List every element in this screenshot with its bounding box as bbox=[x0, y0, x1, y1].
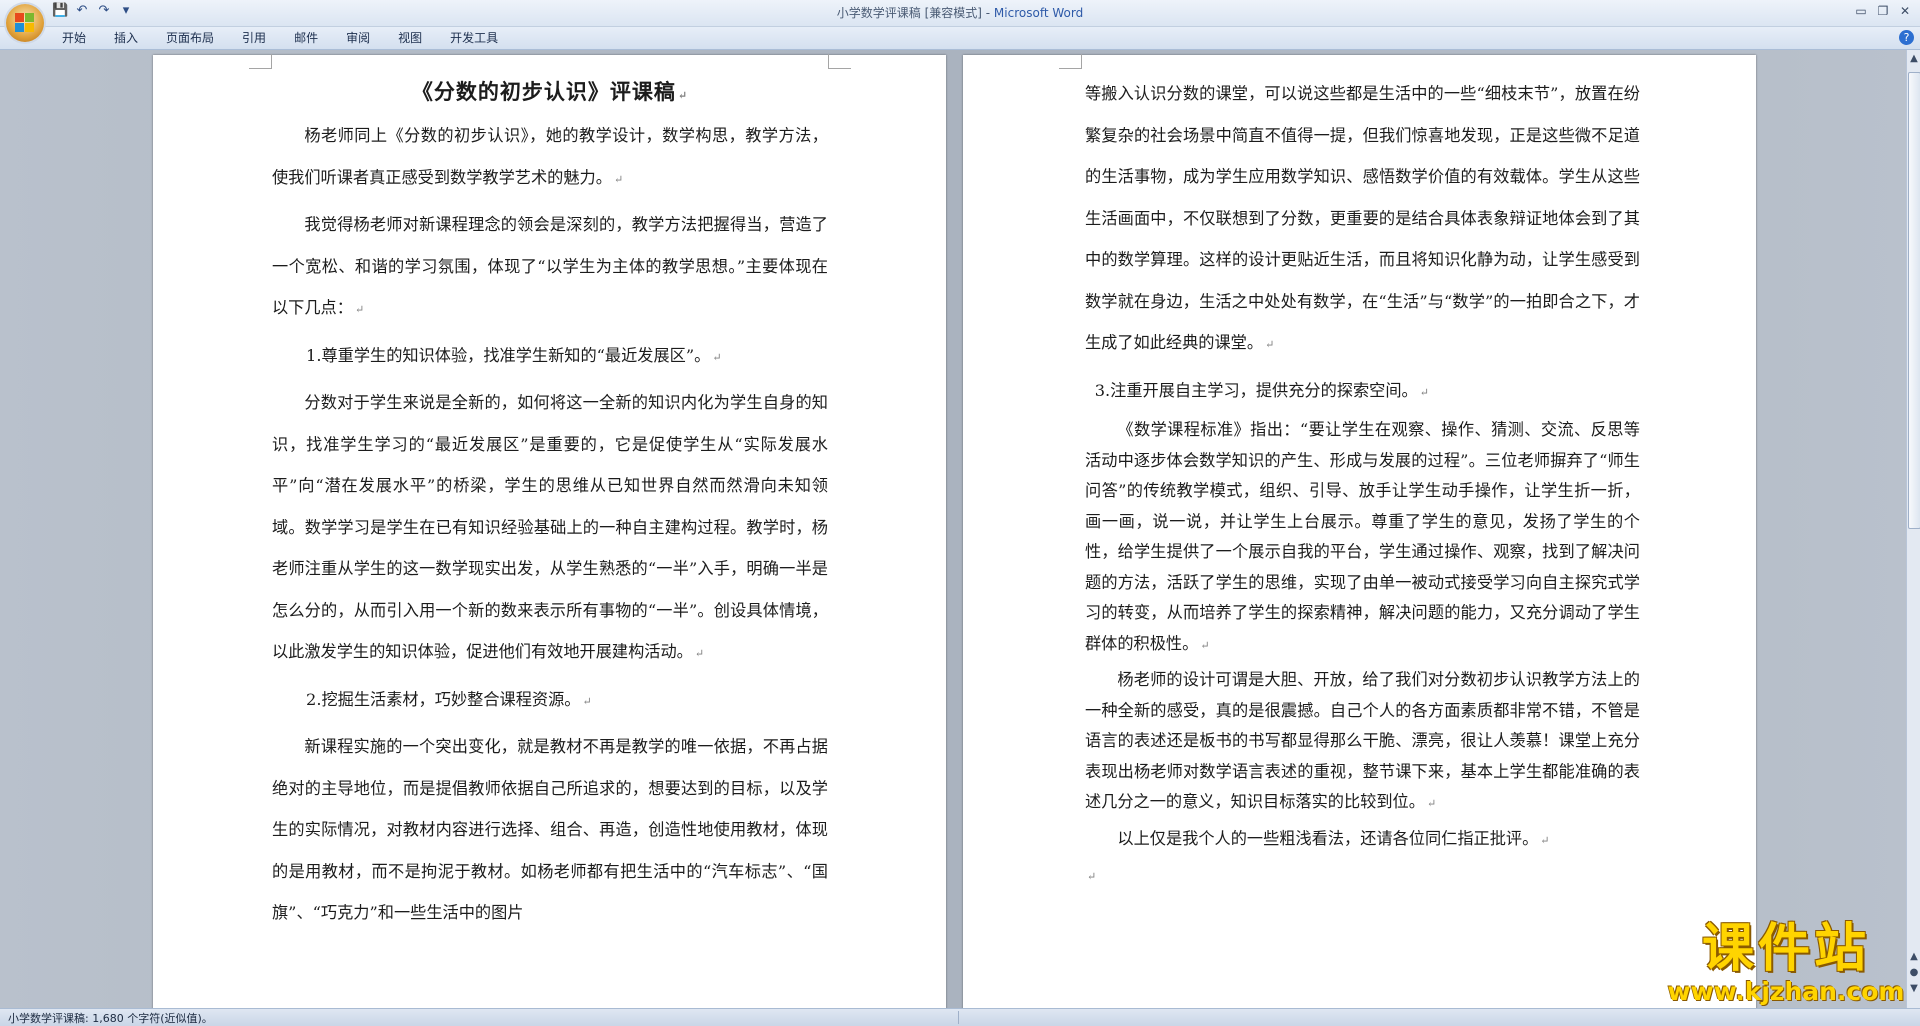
tab-developer[interactable]: 开发工具 bbox=[436, 27, 512, 49]
paragraph: 等搬入认识分数的课堂，可以说这些都是生活中的一些“细枝末节”，放置在纷繁复杂的社… bbox=[1085, 73, 1640, 366]
watermark-url: www.kjzhan.com bbox=[1667, 977, 1905, 1006]
document-heading: 《分数的初步认识》评课稿 ↵ bbox=[272, 75, 828, 113]
paragraph-text: 以上仅是我个人的一些粗浅看法，还请各位同仁指正批评。 bbox=[1117, 828, 1539, 848]
tab-mailings[interactable]: 邮件 bbox=[280, 27, 332, 49]
right-page-body: 等搬入认识分数的课堂，可以说这些都是生活中的一些“细枝末节”，放置在纷繁复杂的社… bbox=[1085, 73, 1640, 897]
paragraph-mark-icon: ↵ bbox=[712, 350, 722, 364]
paragraph-mark-icon: ↵ bbox=[1265, 338, 1275, 351]
paragraph-text: 杨老师同上《分数的初步认识》，她的教学设计，数学构思，教学方法，使我们听课者真正… bbox=[272, 126, 828, 187]
ribbon-tabs: 开始 插入 页面布局 引用 邮件 审阅 视图 开发工具 bbox=[48, 27, 512, 49]
office-button[interactable] bbox=[6, 4, 44, 42]
paragraph: 以上仅是我个人的一些粗浅看法，还请各位同仁指正批评。 ↵ bbox=[1085, 824, 1640, 857]
crop-mark bbox=[828, 54, 851, 69]
paragraph: 我觉得杨老师对新课程理念的领会是深刻的，教学方法把握得当，营造了一个宽松、和谐的… bbox=[272, 204, 828, 331]
title-bar: 💾 ↶ ↷ ▾ 小学数学评课稿 [兼容模式] - Microsoft Word … bbox=[0, 0, 1920, 27]
scroll-up-icon[interactable]: ▲ bbox=[1908, 52, 1920, 66]
crop-mark bbox=[249, 54, 272, 69]
tab-references[interactable]: 引用 bbox=[228, 27, 280, 49]
section-heading-text: 1.尊重学生的知识体验，找准学生新知的“最近发展区”。 bbox=[306, 345, 711, 365]
section-heading-text: 2.挖掘生活素材，巧妙整合课程资源。 bbox=[306, 689, 581, 709]
office-logo-icon bbox=[15, 13, 35, 33]
section-heading: 2.挖掘生活素材，巧妙整合课程资源。 ↵ bbox=[272, 679, 828, 723]
section-heading: 3.注重开展自主学习，提供充分的探索空间。 ↵ bbox=[1085, 370, 1640, 414]
paragraph-mark-icon: ↵ bbox=[1419, 385, 1429, 399]
scrollbar-thumb[interactable] bbox=[1908, 72, 1920, 529]
paragraph-text: 我觉得杨老师对新课程理念的领会是深刻的，教学方法把握得当，营造了一个宽松、和谐的… bbox=[272, 215, 828, 317]
watermark-text: 课件站 bbox=[1701, 919, 1870, 979]
paragraph-text: 分数对于学生来说是全新的，如何将这一全新的知识内化为学生自身的知识，找准学生学习… bbox=[272, 393, 828, 661]
paragraph-text: 新课程实施的一个突出变化，就是教材不再是教学的唯一依据，不再占据绝对的主导地位，… bbox=[272, 737, 828, 922]
paragraph-mark-icon: ↵ bbox=[677, 89, 689, 102]
paragraph: 新课程实施的一个突出变化，就是教材不再是教学的唯一依据，不再占据绝对的主导地位，… bbox=[272, 726, 828, 934]
tab-page-layout[interactable]: 页面布局 bbox=[152, 27, 228, 49]
section-heading: 1.尊重学生的知识体验，找准学生新知的“最近发展区”。 ↵ bbox=[272, 335, 828, 379]
help-icon[interactable]: ? bbox=[1899, 30, 1914, 45]
paragraph-mark-icon: ↵ bbox=[694, 647, 705, 660]
crop-mark bbox=[1059, 54, 1082, 69]
paragraph-text: 杨老师的设计可谓是大胆、开放，给了我们对分数初步认识教学方法上的一种全新的感受，… bbox=[1085, 670, 1640, 811]
ribbon: 开始 插入 页面布局 引用 邮件 审阅 视图 开发工具 ? bbox=[0, 27, 1920, 50]
paragraph: 杨老师的设计可谓是大胆、开放，给了我们对分数初步认识教学方法上的一种全新的感受，… bbox=[1085, 665, 1640, 820]
empty-paragraph: ↵ bbox=[1085, 860, 1640, 893]
paragraph-mark-icon: ↵ bbox=[354, 303, 365, 316]
document-area[interactable]: 《分数的初步认识》评课稿 ↵ 杨老师同上《分数的初步认识》，她的教学设计，数学构思… bbox=[0, 50, 1906, 1008]
tab-review[interactable]: 审阅 bbox=[332, 27, 384, 49]
browse-object-icon[interactable]: ● bbox=[1908, 966, 1920, 980]
app-title: Microsoft Word bbox=[993, 6, 1084, 20]
right-page[interactable]: 等搬入认识分数的课堂，可以说这些都是生活中的一些“细枝末节”，放置在纷繁复杂的社… bbox=[963, 54, 1756, 1008]
document-title: 小学数学评课稿 [兼容模式] - bbox=[836, 6, 994, 20]
window-title: 小学数学评课稿 [兼容模式] - Microsoft Word bbox=[0, 4, 1920, 21]
paragraph: 杨老师同上《分数的初步认识》，她的教学设计，数学构思，教学方法，使我们听课者真正… bbox=[272, 115, 828, 200]
paragraph-mark-icon: ↵ bbox=[582, 694, 592, 708]
heading-text: 《分数的初步认识》评课稿 bbox=[411, 79, 676, 104]
site-watermark: 课件站 www.kjzhan.com bbox=[1666, 920, 1906, 1006]
left-page[interactable]: 《分数的初步认识》评课稿 ↵ 杨老师同上《分数的初步认识》，她的教学设计，数学构思… bbox=[153, 54, 946, 1008]
word-count-status[interactable]: 小学数学评课稿: 1,680 个字符(近似值)。 bbox=[8, 1010, 213, 1026]
paragraph: 分数对于学生来说是全新的，如何将这一全新的知识内化为学生自身的知识，找准学生学习… bbox=[272, 382, 828, 675]
maximize-button[interactable]: ❐ bbox=[1872, 2, 1894, 20]
tab-home[interactable]: 开始 bbox=[48, 27, 100, 49]
section-heading-text: 3.注重开展自主学习，提供充分的探索空间。 bbox=[1094, 380, 1418, 400]
tab-insert[interactable]: 插入 bbox=[100, 27, 152, 49]
paragraph: 《数学课程标准》指出：“要让学生在观察、操作、猜测、交流、反思等活动中逐步体会数… bbox=[1085, 415, 1640, 661]
paragraph-text: 《数学课程标准》指出：“要让学生在观察、操作、猜测、交流、反思等活动中逐步体会数… bbox=[1085, 420, 1640, 653]
status-divider bbox=[958, 1011, 959, 1024]
tab-view[interactable]: 视图 bbox=[384, 27, 436, 49]
vertical-scrollbar[interactable]: ▲ ▲ ● ▼ bbox=[1906, 50, 1920, 1008]
paragraph-mark-icon: ↵ bbox=[1540, 833, 1550, 847]
paragraph-mark-icon: ↵ bbox=[1426, 797, 1437, 810]
next-page-icon[interactable]: ▼ bbox=[1908, 982, 1920, 996]
paragraph-mark-icon: ↵ bbox=[1087, 870, 1097, 883]
previous-page-icon[interactable]: ▲ bbox=[1908, 950, 1920, 964]
paragraph-mark-icon: ↵ bbox=[613, 172, 624, 186]
paragraph-mark-icon: ↵ bbox=[1200, 638, 1210, 652]
close-button[interactable]: ✕ bbox=[1894, 2, 1916, 20]
paragraph-text: 等搬入认识分数的课堂，可以说这些都是生活中的一些“细枝末节”，放置在纷繁复杂的社… bbox=[1085, 84, 1640, 352]
status-bar: 小学数学评课稿: 1,680 个字符(近似值)。 bbox=[0, 1008, 1920, 1026]
window-controls: ▭ ❐ ✕ bbox=[1850, 2, 1916, 20]
minimize-button[interactable]: ▭ bbox=[1850, 2, 1872, 20]
left-page-body: 《分数的初步认识》评课稿 ↵ 杨老师同上《分数的初步认识》，她的教学设计，数学构思… bbox=[272, 75, 828, 938]
